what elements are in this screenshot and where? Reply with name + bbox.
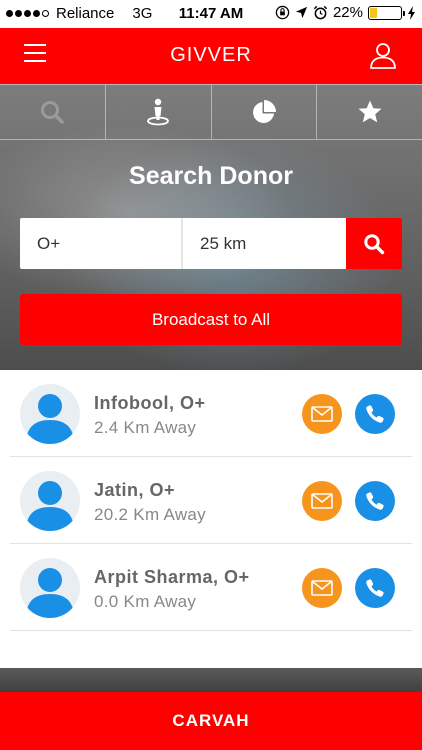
map-pin-person-icon [147,98,170,126]
donor-name: Jatin, O+ [94,480,176,500]
star-icon [358,100,382,123]
search-icon [364,233,385,254]
battery-percent: 22% [332,4,363,21]
donor-distance: 0.0 Km Away [94,592,197,611]
distance-input[interactable] [183,218,346,269]
phone-icon [366,405,384,423]
phone-icon [366,492,384,510]
list-item[interactable]: Infobool, O+ 2.4 Km Away [10,370,412,457]
footer-button[interactable]: CARVAH [0,692,422,750]
app-title: GIVVER [170,44,252,66]
email-donor-button[interactable] [302,481,342,521]
search-title: Search Donor [129,162,293,190]
user-avatar-icon [26,394,74,444]
search-button[interactable] [346,218,402,269]
avatar [20,471,80,531]
tab-favorites[interactable] [317,85,422,139]
donor-distance: 2.4 Km Away [94,418,197,437]
search-icon [41,101,65,124]
envelope-icon [311,406,333,422]
user-avatar-icon [26,568,74,618]
donor-name: Infobool, O+ [94,393,206,413]
rotation-lock-icon [275,5,290,20]
email-donor-button[interactable] [302,394,342,434]
location-arrow-icon [295,6,308,19]
list-item[interactable]: Jatin, O+ 20.2 Km Away [10,457,412,544]
donor-distance: 20.2 Km Away [94,505,206,524]
user-avatar-icon [26,481,74,531]
donor-list: Infobool, O+ 2.4 Km Away Jatin, O+ 20.2 … [10,370,412,631]
charging-bolt-icon [408,5,415,20]
user-profile-icon [370,43,396,69]
envelope-icon [311,580,333,596]
call-donor-button[interactable] [355,568,395,608]
tab-search[interactable] [0,85,106,139]
email-donor-button[interactable] [302,568,342,608]
hero-panel: Search Donor Broadcast to All [0,84,422,370]
avatar [20,558,80,618]
donor-name: Arpit Sharma, O+ [94,567,250,587]
phone-icon [366,579,384,597]
blood-group-input[interactable] [20,218,183,269]
background-texture [0,668,422,694]
pie-chart-icon [252,100,276,123]
call-donor-button[interactable] [355,481,395,521]
list-item[interactable]: Arpit Sharma, O+ 0.0 Km Away [10,544,412,631]
status-right: 22% [275,4,416,21]
envelope-icon [311,493,333,509]
call-donor-button[interactable] [355,394,395,434]
status-bar: Reliance 3G 11:47 AM 22% [0,0,422,28]
search-row [20,218,402,269]
battery-icon [368,5,405,20]
avatar [20,384,80,444]
app-header: GIVVER [0,28,422,84]
alarm-icon [313,5,328,20]
profile-button[interactable] [368,40,398,70]
tab-nearby[interactable] [106,85,212,139]
tab-bar [0,84,422,140]
broadcast-button[interactable]: Broadcast to All [20,294,402,345]
tab-statistics[interactable] [212,85,318,139]
